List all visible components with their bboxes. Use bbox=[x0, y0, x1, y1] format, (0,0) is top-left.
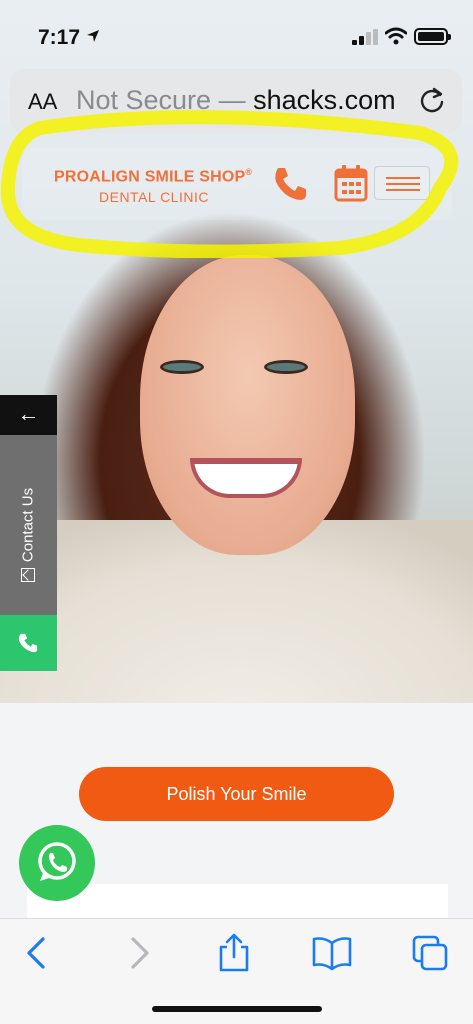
tabs-icon[interactable] bbox=[410, 933, 450, 973]
brand-name[interactable]: PROALIGN SMILE SHOP® bbox=[54, 167, 252, 186]
contact-side-tab[interactable]: ← Contact Us bbox=[0, 395, 57, 671]
calendar-icon[interactable] bbox=[334, 164, 368, 202]
back-icon[interactable] bbox=[18, 933, 58, 973]
signal-icon bbox=[352, 29, 378, 45]
site-header: PROALIGN SMILE SHOP® DENTAL CLINIC bbox=[22, 148, 452, 220]
status-time: 7:17 bbox=[38, 26, 81, 49]
brand-registered-mark: ® bbox=[245, 167, 253, 177]
battery-icon bbox=[414, 28, 451, 45]
call-button[interactable] bbox=[0, 615, 57, 671]
url-host: shacks.com bbox=[253, 85, 396, 115]
location-arrow-icon bbox=[87, 30, 99, 42]
brand-subtitle: DENTAL CLINIC bbox=[99, 189, 209, 205]
hero-face bbox=[140, 255, 355, 555]
whatsapp-button[interactable] bbox=[19, 825, 95, 901]
collapse-arrow-icon[interactable]: ← bbox=[0, 395, 57, 435]
polish-your-smile-button[interactable]: Polish Your Smile bbox=[79, 767, 394, 821]
menu-icon bbox=[386, 177, 420, 179]
share-icon[interactable] bbox=[214, 933, 254, 973]
reload-icon[interactable] bbox=[418, 85, 446, 115]
whatsapp-icon bbox=[38, 842, 76, 881]
url-prefix: Not Secure — bbox=[76, 85, 254, 115]
contact-us-panel[interactable]: Contact Us bbox=[0, 435, 57, 615]
wifi-icon bbox=[385, 27, 407, 45]
address-bar[interactable]: AA Not Secure — shacks.com bbox=[10, 69, 462, 133]
status-bar: 7:17 bbox=[0, 0, 473, 62]
brand-line1: PROALIGN SMILE SHOP bbox=[54, 168, 246, 186]
menu-icon-bar bbox=[386, 189, 420, 191]
text-size-button[interactable]: AA bbox=[28, 89, 57, 115]
phone-icon bbox=[18, 633, 38, 653]
home-indicator[interactable] bbox=[152, 1006, 322, 1012]
menu-button[interactable] bbox=[374, 166, 430, 200]
contact-us-label: Contact Us bbox=[19, 487, 37, 563]
bookmarks-icon[interactable] bbox=[312, 933, 352, 973]
hero-eye-right bbox=[264, 360, 308, 374]
forward-icon[interactable] bbox=[118, 933, 158, 973]
mail-icon bbox=[21, 568, 35, 582]
url-field[interactable]: Not Secure — shacks.com bbox=[76, 85, 396, 116]
hero-eye-left bbox=[160, 360, 204, 374]
menu-icon-bar bbox=[386, 183, 420, 185]
phone-icon[interactable] bbox=[272, 164, 310, 202]
